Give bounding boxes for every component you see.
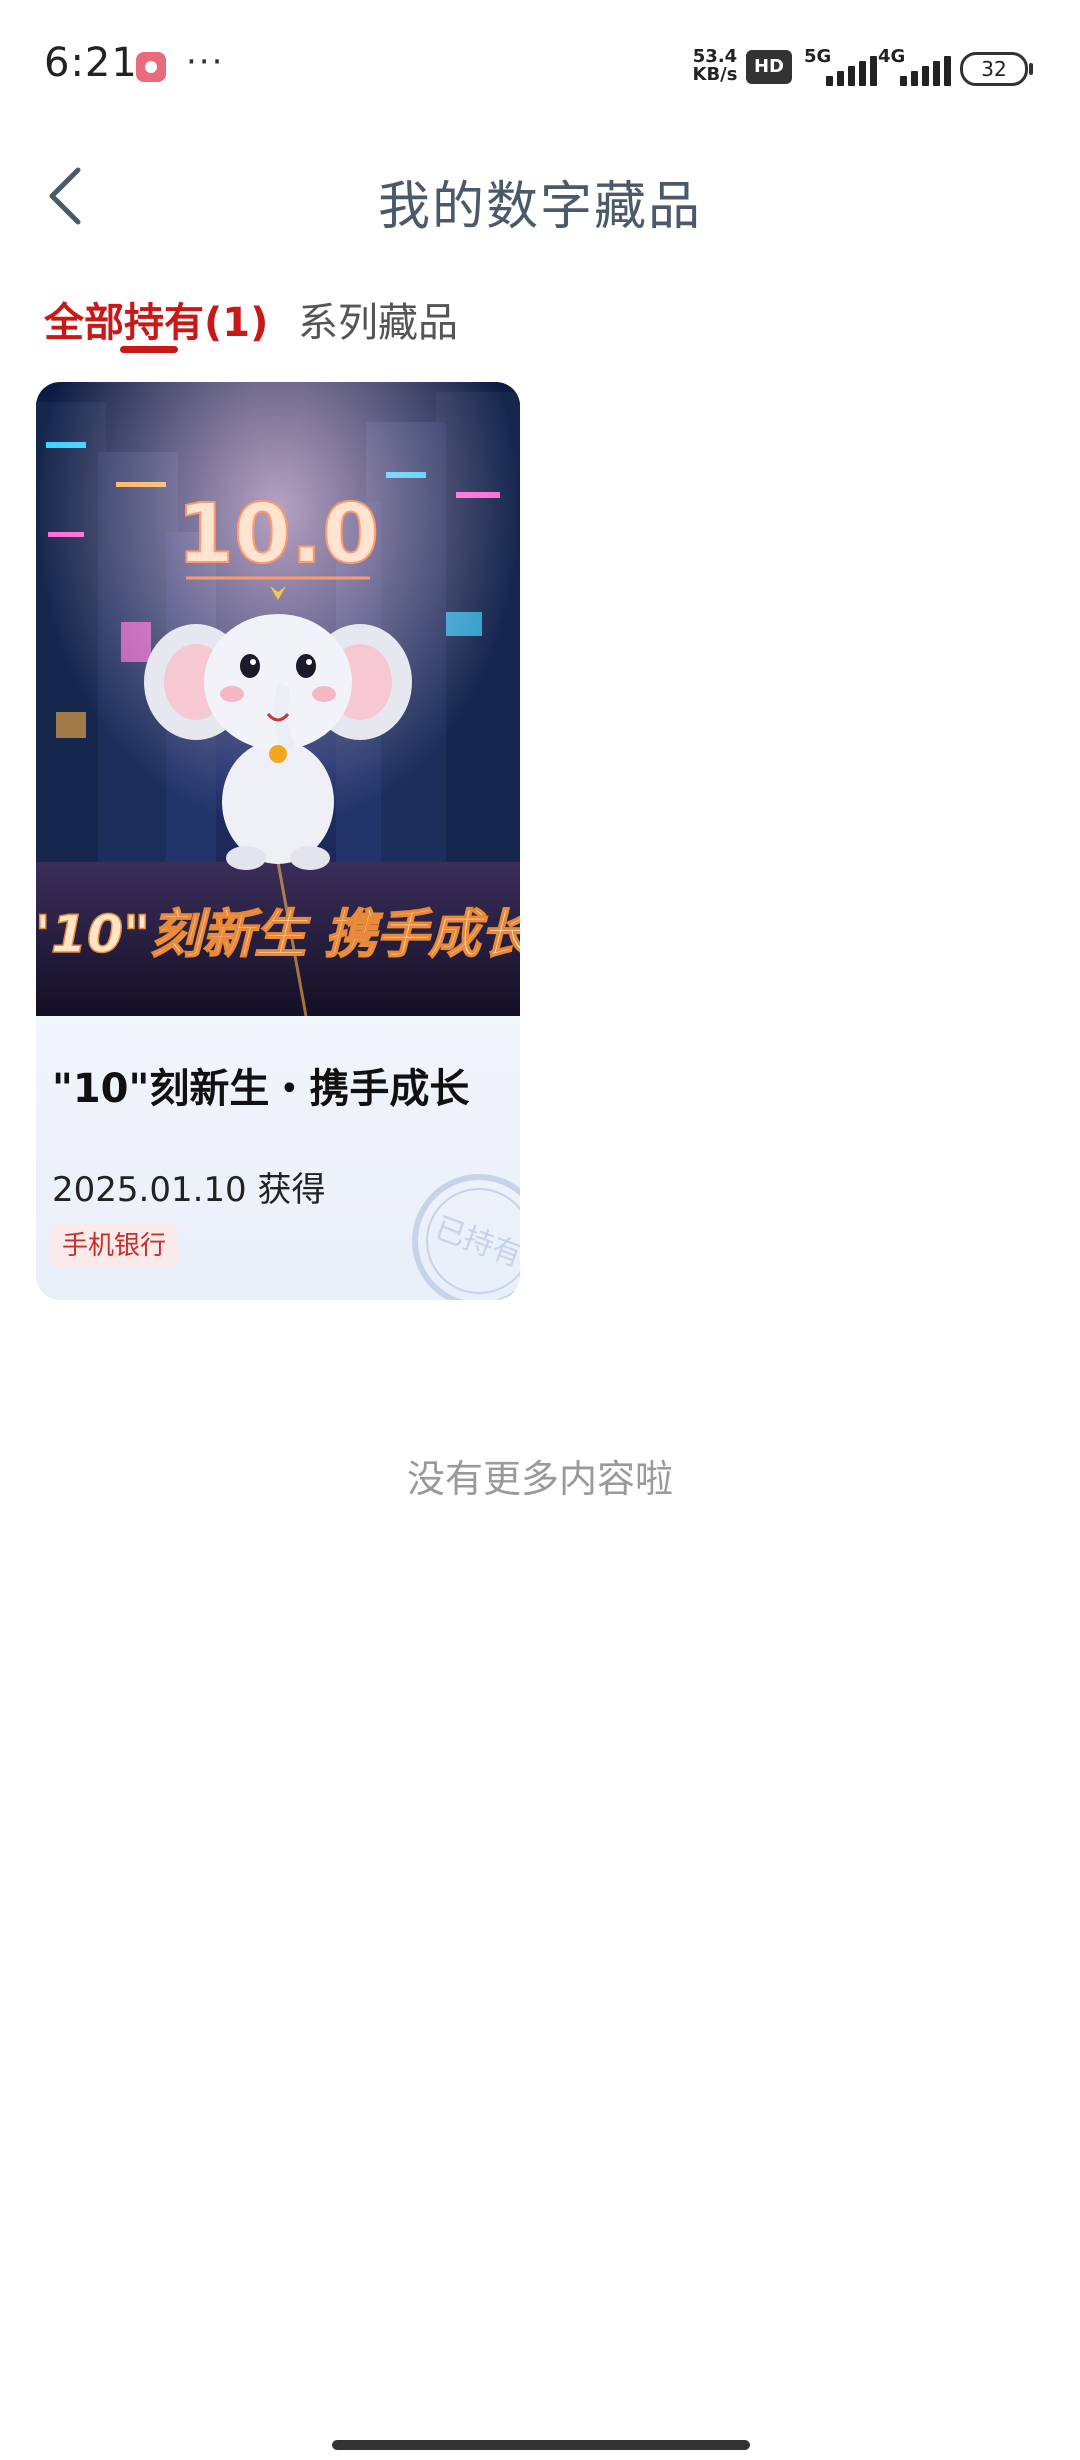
- card-info: "10"刻新生・携手成长 2025.01.10 获得 手机银行 已持有: [36, 1016, 520, 1300]
- sim1-signal-icon: [812, 52, 884, 86]
- owned-stamp-text: 已持有: [430, 1211, 520, 1275]
- acquired-date: 2025.01.10 获得: [52, 1170, 326, 1210]
- status-time: 6:21: [44, 40, 138, 86]
- hd-voice-icon: HD: [746, 50, 792, 84]
- active-tab-indicator: [120, 346, 178, 353]
- home-indicator[interactable]: [332, 2440, 750, 2450]
- network-speed: 53.4 KB/s: [688, 48, 742, 84]
- tab-bar: 全部持有(1) 系列藏品: [0, 280, 1080, 360]
- status-bar: 6:21 ··· 53.4 KB/s HD 5G 4G 32: [0, 0, 1080, 136]
- no-more-content-text: 没有更多内容啦: [406, 1457, 673, 1501]
- source-tag: 手机银行: [50, 1224, 179, 1268]
- tab-series-collection[interactable]: 系列藏品: [298, 290, 458, 348]
- more-notifications-icon: ···: [186, 42, 225, 82]
- page-header: 我的数字藏品: [0, 136, 1080, 256]
- page-title: 我的数字藏品: [377, 177, 702, 237]
- network-speed-unit: KB/s: [692, 64, 738, 85]
- collectible-title: "10"刻新生・携手成长: [52, 1066, 470, 1112]
- notification-app-icon: [136, 52, 166, 82]
- image-banner-text: "10"刻新生 携手成长: [36, 905, 520, 965]
- collectible-image: 10.0 "10"刻新生 携手成长: [36, 382, 520, 1016]
- tab-all-owned[interactable]: 全部持有(1): [44, 290, 268, 348]
- sim2-signal-icon: [886, 52, 958, 86]
- battery-icon: 32: [960, 52, 1033, 86]
- image-headline-number: 10.0: [177, 487, 379, 582]
- owned-stamp-icon: 已持有: [412, 1174, 520, 1300]
- collectible-card[interactable]: 10.0 "10"刻新生 携手成长 "10"刻新生・携手成长 2025.01.1…: [36, 382, 520, 1300]
